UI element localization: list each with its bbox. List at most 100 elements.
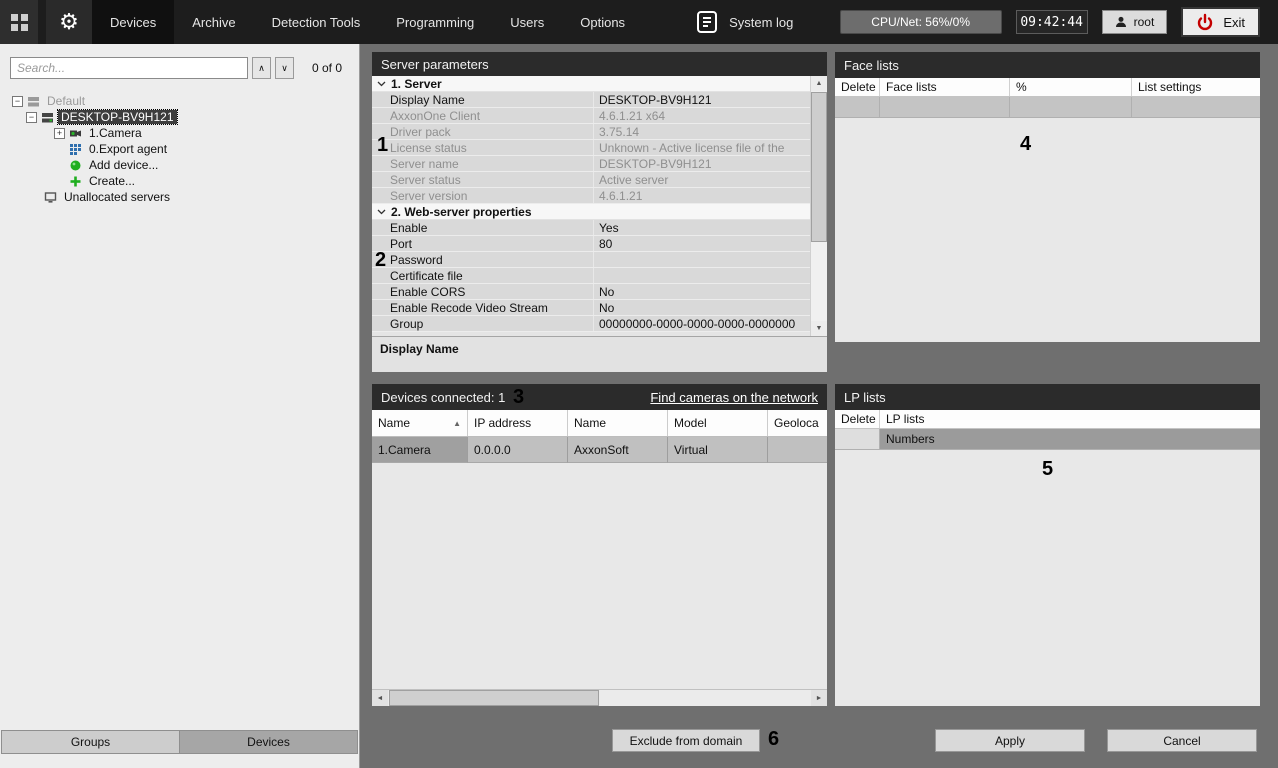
device-cell-ip[interactable]: 0.0.0.0 <box>468 437 568 463</box>
property-value[interactable]: 80 <box>594 236 810 251</box>
annotation-3: 3 <box>513 386 524 409</box>
exclude-from-domain-button[interactable]: Exclude from domain <box>612 729 760 752</box>
property-name: Driver pack <box>372 124 594 139</box>
cancel-button[interactable]: Cancel <box>1107 729 1257 752</box>
property-grid: 1. Server Display Name DESKTOP-BV9H121 A… <box>372 76 827 336</box>
section-server[interactable]: 1. Server <box>372 76 810 92</box>
system-log-button[interactable]: System log <box>681 0 807 44</box>
tab-programming[interactable]: Programming <box>378 0 492 44</box>
tab-devices[interactable]: Devices <box>92 0 174 44</box>
user-button[interactable]: root <box>1102 10 1168 34</box>
find-cameras-link[interactable]: Find cameras on the network <box>650 390 818 405</box>
column-header-face-lists[interactable]: Face lists <box>880 78 1010 96</box>
property-name: Display Name <box>372 92 594 107</box>
tree-item-create[interactable]: Create... <box>0 173 359 189</box>
tab-groups[interactable]: Groups <box>1 730 180 754</box>
face-cell-delete[interactable] <box>835 97 880 118</box>
tree-item-server[interactable]: DESKTOP-BV9H121 <box>0 109 359 125</box>
property-row[interactable]: Display Name DESKTOP-BV9H121 <box>372 92 810 108</box>
search-input[interactable] <box>10 57 248 79</box>
apply-button[interactable]: Apply <box>935 729 1085 752</box>
scroll-left-arrow-icon[interactable]: ◄ <box>372 690 388 706</box>
column-header-delete[interactable]: Delete <box>835 78 880 96</box>
section-label: 1. Server <box>391 77 442 91</box>
scrollbar-thumb[interactable] <box>811 92 827 242</box>
exit-button[interactable]: Exit <box>1181 7 1260 37</box>
lp-cell-delete[interactable] <box>835 429 880 450</box>
property-value[interactable]: No <box>594 300 810 315</box>
camera-icon <box>69 127 82 140</box>
property-value: 3.75.14 <box>594 124 810 139</box>
scroll-down-arrow-icon[interactable]: ▼ <box>811 321 827 336</box>
property-value[interactable]: No <box>594 284 810 299</box>
tree-item-camera[interactable]: 1.Camera <box>0 125 359 141</box>
device-cell-vendor[interactable]: AxxonSoft <box>568 437 668 463</box>
property-row[interactable]: Enable Yes <box>372 220 810 236</box>
expand-toggle-icon[interactable] <box>12 96 23 107</box>
column-header-lp-lists[interactable]: LP lists <box>880 410 1260 428</box>
face-list-empty-row[interactable] <box>835 97 1260 118</box>
scrollbar-thumb[interactable] <box>389 690 599 706</box>
tree-item-unallocated-servers[interactable]: Unallocated servers <box>0 189 359 205</box>
property-name: Group <box>372 316 594 331</box>
column-header-ip[interactable]: IP address <box>468 410 568 436</box>
cpu-net-button[interactable]: CPU/Net: 56%/0% <box>840 10 1002 34</box>
settings-gear-button[interactable]: ⚙ <box>46 0 92 44</box>
scroll-right-arrow-icon[interactable]: ► <box>811 690 827 706</box>
tab-users[interactable]: Users <box>492 0 562 44</box>
property-value[interactable] <box>594 268 810 283</box>
expand-toggle-icon[interactable] <box>54 128 65 139</box>
column-header-list-settings[interactable]: List settings <box>1132 78 1260 96</box>
column-header-model[interactable]: Model <box>668 410 768 436</box>
tab-options[interactable]: Options <box>562 0 643 44</box>
column-header-geolocation[interactable]: Geoloca <box>768 410 827 436</box>
annotation-6: 6 <box>768 728 779 751</box>
lp-list-row[interactable]: Numbers <box>835 429 1260 450</box>
property-grid-scrollbar[interactable]: ▲ ▼ <box>810 76 827 336</box>
face-cell-settings[interactable] <box>1132 97 1260 118</box>
tab-devices-bottom[interactable]: Devices <box>180 730 358 754</box>
property-name: AxxonOne Client <box>372 108 594 123</box>
tree-item-default[interactable]: Default <box>0 93 359 109</box>
property-row[interactable]: Password <box>372 252 810 268</box>
sidebar-bottom-tabs: Groups Devices <box>1 730 358 754</box>
property-row[interactable]: Port 80 <box>372 236 810 252</box>
devices-horizontal-scrollbar[interactable]: ◄ ► <box>372 689 827 706</box>
property-row[interactable]: Certificate file <box>372 268 810 284</box>
lp-cell-name[interactable]: Numbers <box>880 429 1260 450</box>
property-row[interactable]: Group 00000000-0000-0000-0000-0000000 <box>372 316 810 332</box>
device-cell-geolocation[interactable] <box>768 437 827 463</box>
tree-item-add-device[interactable]: Add device... <box>0 157 359 173</box>
tab-detection-tools[interactable]: Detection Tools <box>254 0 379 44</box>
column-header-vendor[interactable]: Name <box>568 410 668 436</box>
device-cell-name[interactable]: 1.Camera <box>372 437 468 463</box>
property-value: 4.6.1.21 <box>594 188 810 203</box>
search-next-button[interactable]: ∨ <box>275 57 294 79</box>
scroll-up-arrow-icon[interactable]: ▲ <box>811 76 827 91</box>
property-value[interactable]: Yes <box>594 220 810 235</box>
annotation-1: 1 <box>377 134 388 157</box>
property-name: Enable CORS <box>372 284 594 299</box>
column-header-name[interactable]: Name ▲ <box>372 410 468 436</box>
property-row: Driver pack 3.75.14 <box>372 124 810 140</box>
section-web-server[interactable]: 2. Web-server properties <box>372 204 810 220</box>
column-header-percent[interactable]: % <box>1010 78 1132 96</box>
property-value[interactable] <box>594 252 810 267</box>
search-prev-button[interactable]: ∧ <box>252 57 271 79</box>
property-row[interactable]: Enable Recode Video Stream No <box>372 300 810 316</box>
apps-grid-button[interactable] <box>0 0 38 44</box>
device-cell-model[interactable]: Virtual <box>668 437 768 463</box>
column-header-delete[interactable]: Delete <box>835 410 880 428</box>
devices-table-header: Name ▲ IP address Name Model Geoloca <box>372 410 827 437</box>
property-row[interactable]: Enable CORS No <box>372 284 810 300</box>
chevron-down-icon: ∨ <box>281 63 288 74</box>
face-cell-percent[interactable] <box>1010 97 1132 118</box>
face-cell-name[interactable] <box>880 97 1010 118</box>
tab-archive[interactable]: Archive <box>174 0 253 44</box>
property-value[interactable]: 00000000-0000-0000-0000-0000000 <box>594 316 810 331</box>
expand-toggle-icon[interactable] <box>26 112 37 123</box>
property-name: Enable Recode Video Stream <box>372 300 594 315</box>
tree-item-export-agent[interactable]: 0.Export agent <box>0 141 359 157</box>
property-value[interactable]: DESKTOP-BV9H121 <box>594 92 810 107</box>
device-table-row[interactable]: 1.Camera 0.0.0.0 AxxonSoft Virtual <box>372 437 827 463</box>
